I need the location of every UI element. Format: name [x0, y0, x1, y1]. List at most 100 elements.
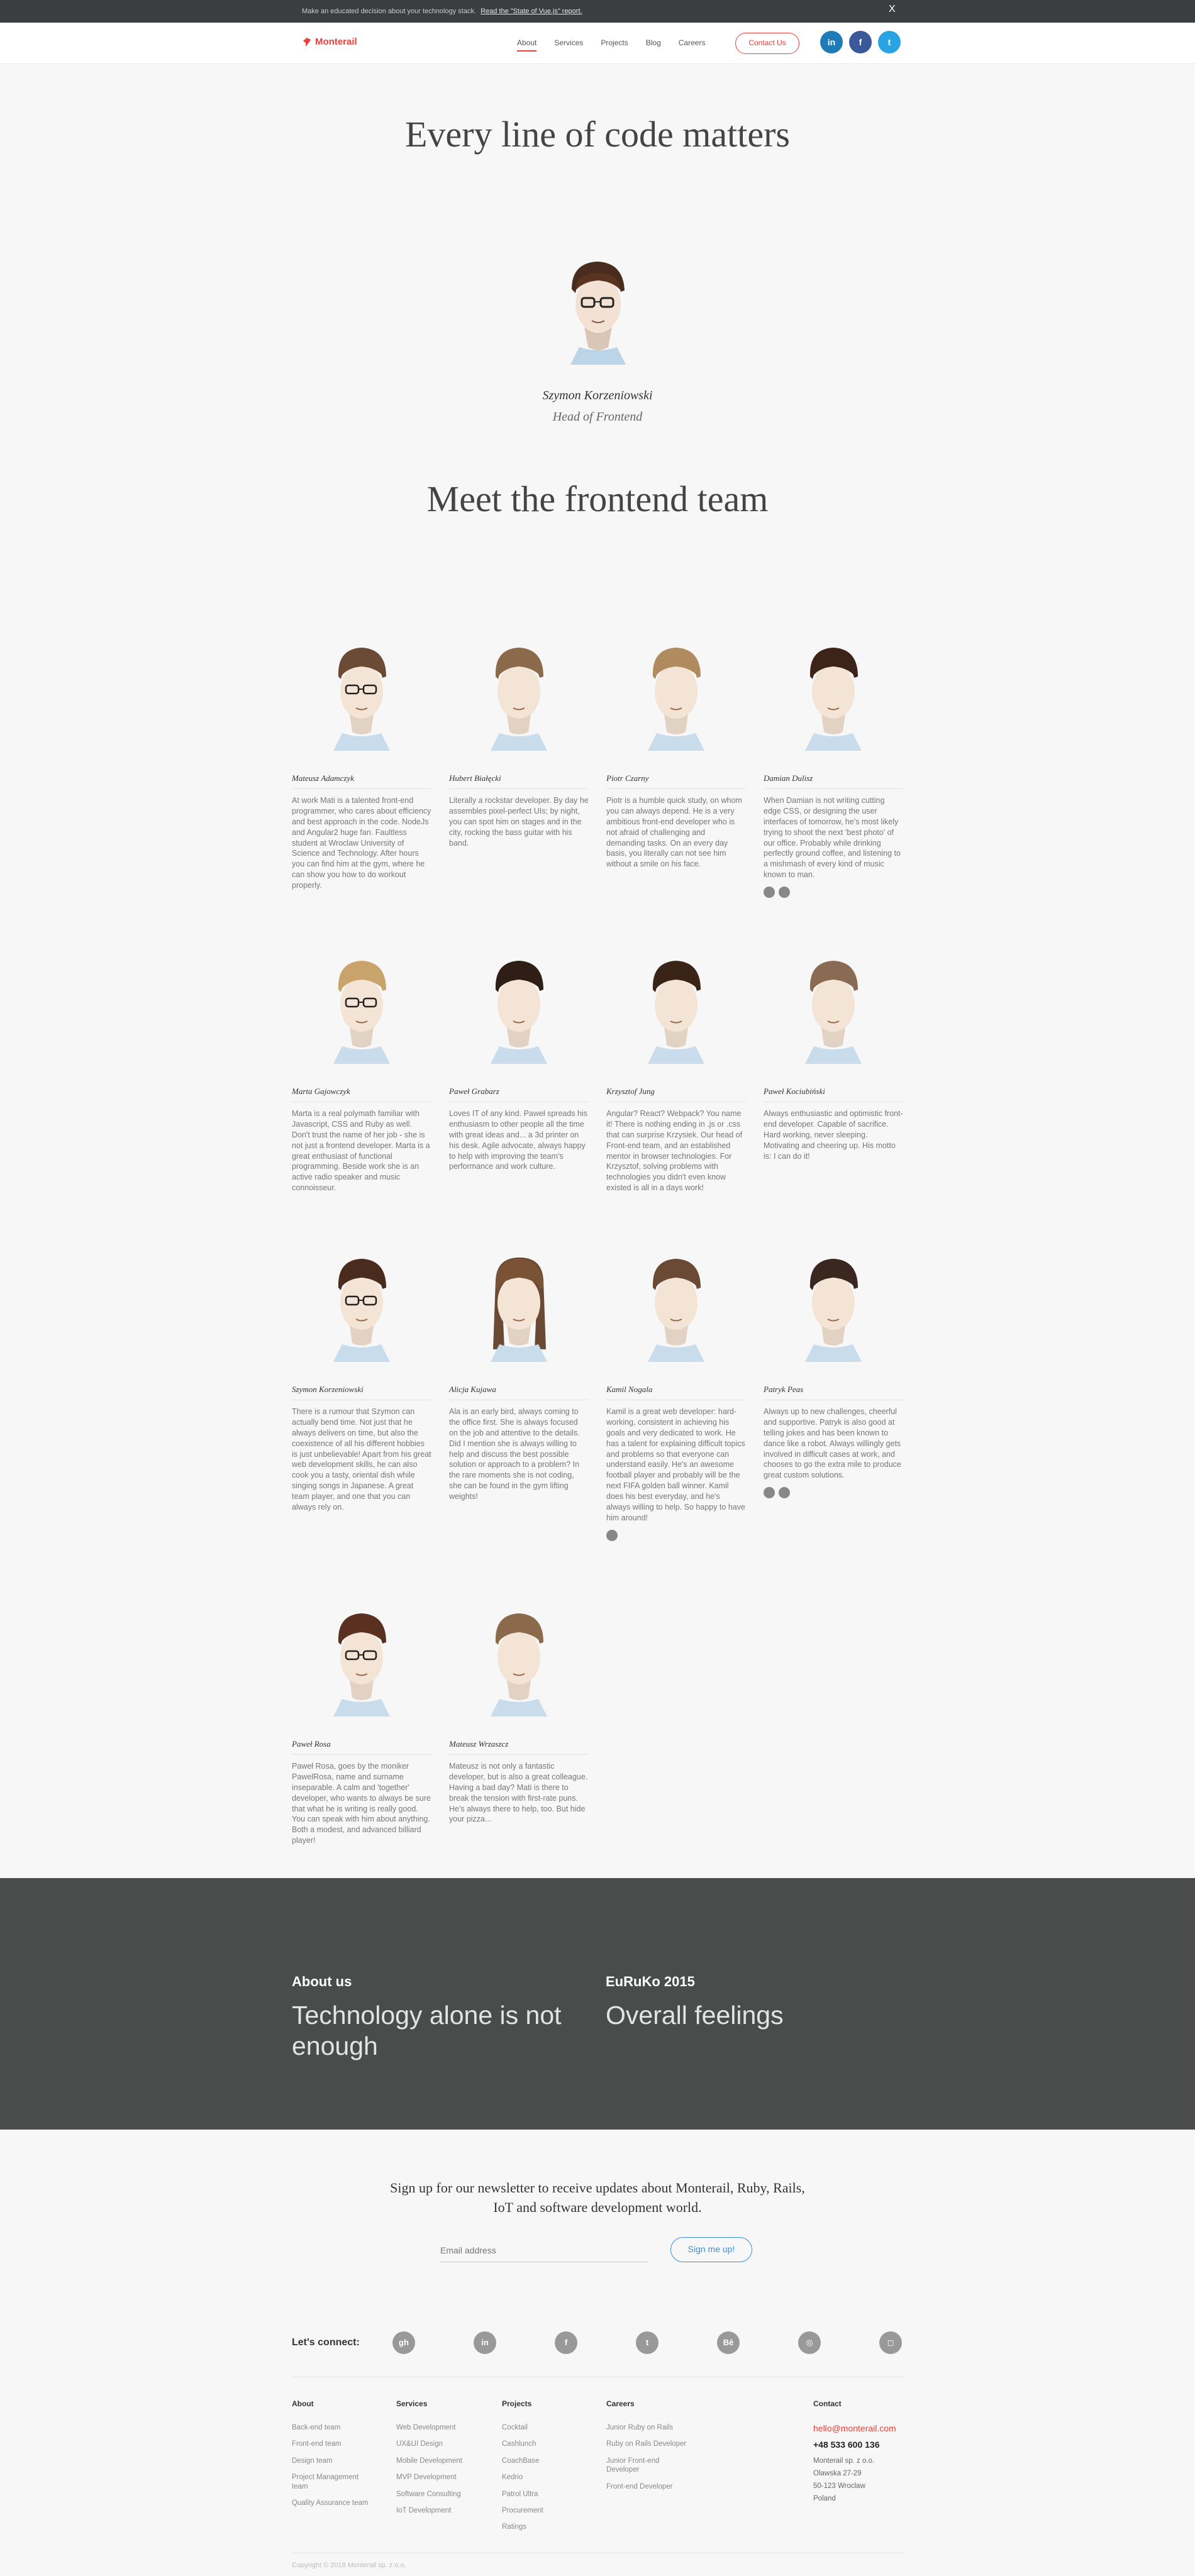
- footer-projects-link[interactable]: Kedrio: [502, 2473, 543, 2482]
- nav-item-blog[interactable]: Blog: [646, 38, 661, 52]
- footer-about-title: About: [292, 2399, 314, 2408]
- footer-about-link[interactable]: Project Management team: [292, 2473, 374, 2491]
- facebook-icon[interactable]: f: [555, 2331, 577, 2354]
- banner-close-icon[interactable]: X: [889, 4, 896, 15]
- team-member-card: Hubert Białęcki Literally a rockstar dev…: [449, 644, 589, 848]
- member-name: Paweł Kociubiński: [764, 1080, 903, 1102]
- github-icon[interactable]: [606, 1529, 618, 1541]
- footer-projects-link[interactable]: Ratings: [502, 2523, 543, 2531]
- footer-projects-link[interactable]: CoachBase: [502, 2457, 543, 2465]
- twitter-icon[interactable]: [779, 887, 790, 898]
- euruko-label: EuRuKo 2015: [606, 1974, 695, 1989]
- twitter-icon[interactable]: t: [636, 2331, 659, 2354]
- avatar: [491, 1613, 547, 1716]
- footer-projects-link[interactable]: Procurement: [502, 2506, 543, 2515]
- linkedin-icon[interactable]: in: [474, 2331, 496, 2354]
- banner-report-link[interactable]: Read the "State of Vue.js" report.: [481, 8, 582, 15]
- footer-projects-link[interactable]: Cocktail: [502, 2423, 543, 2432]
- team-member-card: Piotr Czarny Piotr is a humble quick stu…: [606, 644, 746, 870]
- contact-us-button[interactable]: Contact Us: [735, 33, 799, 54]
- footer-phone[interactable]: +48 533 600 136: [813, 2440, 895, 2450]
- member-portrait: [292, 957, 431, 1076]
- team-member-card: Paweł Kociubiński Always enthusiastic an…: [764, 957, 903, 1161]
- email-input[interactable]: [440, 2238, 648, 2262]
- footer-careers-link[interactable]: Front-end Developer: [606, 2482, 688, 2491]
- footer-projects-link[interactable]: Patrol Ultra: [502, 2490, 543, 2499]
- dribbble-icon[interactable]: ◎: [798, 2331, 821, 2354]
- instagram-icon[interactable]: ◻: [879, 2331, 902, 2354]
- about-us-card[interactable]: About us Technology alone is not enough: [292, 1974, 569, 2062]
- team-member-card: Alicja Kujawa Ala is an early bird, alwa…: [449, 1255, 589, 1502]
- footer-about-link[interactable]: Design team: [292, 2457, 374, 2465]
- team-member-card: Marta Gajowczyk Marta is a real polymath…: [292, 957, 431, 1193]
- footer-careers-link[interactable]: Ruby on Rails Developer: [606, 2440, 688, 2448]
- github-icon[interactable]: gh: [392, 2331, 415, 2354]
- top-banner: Make an educated decision about your tec…: [0, 0, 1195, 23]
- member-name: Alicja Kujawa: [449, 1378, 589, 1400]
- footer-services-link[interactable]: Web Development: [396, 2423, 462, 2432]
- address-line: Poland: [813, 2494, 836, 2502]
- footer-services-link[interactable]: UX&UI Design: [396, 2440, 462, 2448]
- member-portrait: [449, 957, 589, 1076]
- footer-careers-link[interactable]: Junior Ruby on Rails: [606, 2423, 688, 2432]
- member-bio: Literally a rockstar developer. By day h…: [449, 796, 589, 848]
- member-portrait: [292, 1255, 431, 1374]
- nav-item-services[interactable]: Services: [554, 38, 583, 52]
- member-bio: Paweł Rosa, goes by the moniker PawelRos…: [292, 1762, 431, 1845]
- member-social: [764, 1487, 903, 1499]
- team-member-card: Mateusz Wrzaszcz Mateusz is not only a f…: [449, 1610, 589, 1825]
- footer-about-link[interactable]: Back-end team: [292, 2423, 374, 2432]
- member-bio: Always up to new challenges, cheerful an…: [764, 1407, 901, 1480]
- linkedin-icon[interactable]: [779, 1487, 790, 1499]
- euruko-card[interactable]: EuRuKo 2015 Overall feelings: [606, 1974, 882, 2031]
- github-icon[interactable]: [764, 1487, 775, 1499]
- member-portrait: [606, 644, 746, 763]
- footer-contact-title: Contact: [813, 2399, 842, 2408]
- github-icon[interactable]: [764, 887, 775, 898]
- nav-item-about[interactable]: About: [517, 38, 537, 52]
- footer-projects-link[interactable]: Cashlunch: [502, 2440, 543, 2448]
- avatar: [491, 961, 547, 1064]
- footer-projects: Projects Cocktail Cashlunch CoachBase Kedri…: [502, 2399, 543, 2540]
- footer-about-link[interactable]: Quality Assurance team: [292, 2499, 374, 2507]
- banner-text: Make an educated decision about your tec…: [302, 8, 477, 15]
- member-bio: Mateusz is not only a fantastic develope…: [449, 1762, 588, 1824]
- member-bio: Marta is a real polymath familiar with J…: [292, 1109, 430, 1193]
- footer-email-link[interactable]: hello@monterail.com: [813, 2423, 896, 2435]
- team-title: Meet the frontend team: [426, 478, 769, 519]
- team-member-card: Szymon Korzeniowski There is a rumour th…: [292, 1255, 431, 1513]
- behance-icon[interactable]: Bē: [717, 2331, 740, 2354]
- footer-services: Services Web Development UX&UI Design Mobi…: [396, 2399, 462, 2523]
- nav-item-projects[interactable]: Projects: [601, 38, 628, 52]
- avatar: [333, 1259, 390, 1362]
- member-name: Szymon Korzeniowski: [292, 1378, 431, 1400]
- footer-careers-link[interactable]: Junior Front-end Developer: [606, 2457, 688, 2475]
- member-name: Hubert Białęcki: [449, 767, 589, 789]
- about-us-text: Technology alone is not enough: [292, 2001, 562, 2061]
- member-portrait: [292, 1610, 431, 1729]
- member-bio: At work Mati is a talented front-end pro…: [292, 796, 431, 890]
- site-header: Monterail About Services Projects Blog C…: [0, 23, 1195, 64]
- twitter-icon[interactable]: t: [878, 31, 901, 53]
- avatar: [648, 648, 704, 751]
- member-bio: Kamil is a great web developer: hard-wor…: [606, 1407, 745, 1522]
- address-line: Monterail sp. z o.o.: [813, 2457, 875, 2465]
- avatar: [491, 1258, 547, 1362]
- facebook-icon[interactable]: f: [849, 31, 872, 53]
- member-social: [764, 887, 903, 898]
- linkedin-icon[interactable]: in: [820, 31, 843, 53]
- nav-item-careers[interactable]: Careers: [679, 38, 706, 52]
- member-name: Krzysztof Jung: [606, 1080, 746, 1102]
- sign-me-up-button[interactable]: Sign me up!: [670, 2237, 752, 2262]
- footer-about-link[interactable]: Front-end team: [292, 2440, 374, 2448]
- logo[interactable]: Monterail: [302, 36, 357, 47]
- footer-services-link[interactable]: MVP Development: [396, 2473, 462, 2482]
- footer-services-link[interactable]: Software Consulting: [396, 2490, 462, 2499]
- member-name: Paweł Rosa: [292, 1733, 431, 1755]
- footer-services-link[interactable]: IoT Development: [396, 2506, 462, 2515]
- about-us-label: About us: [292, 1974, 352, 1989]
- footer-careers: Careers Junior Ruby on Rails Ruby on Rail…: [606, 2399, 688, 2499]
- logo-text: Monterail: [315, 36, 357, 47]
- footer-services-link[interactable]: Mobile Development: [396, 2457, 462, 2465]
- address-line: Olawska 27-29: [813, 2469, 862, 2477]
